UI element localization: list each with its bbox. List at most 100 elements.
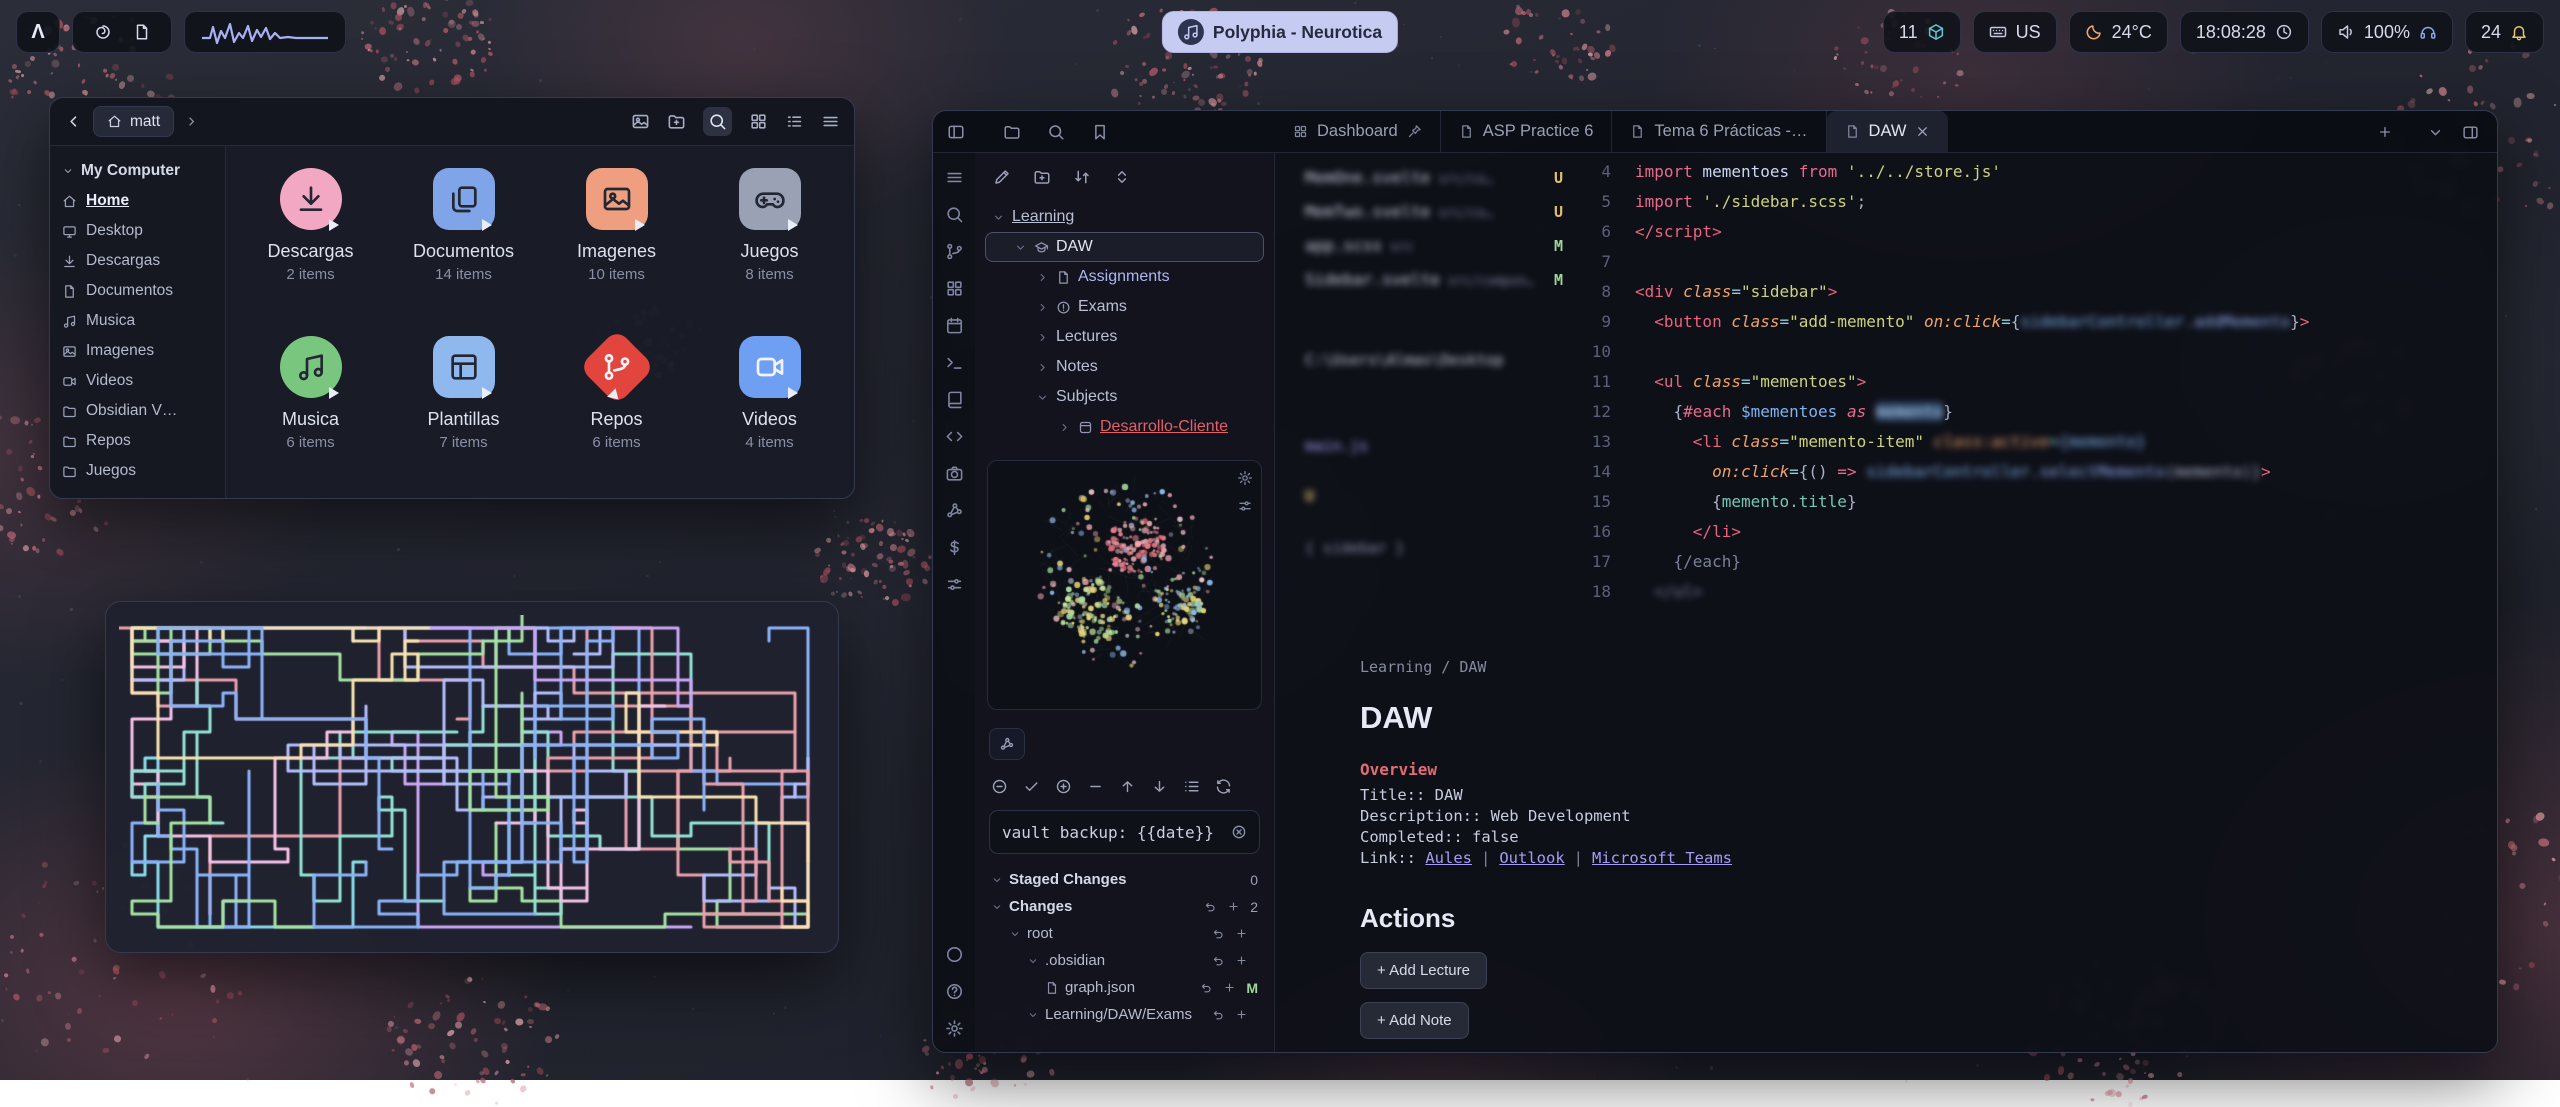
discard-icon[interactable] <box>1212 954 1225 967</box>
discard-icon[interactable] <box>1212 927 1225 940</box>
editor-tab[interactable]: Dashboard <box>1275 111 1441 152</box>
tree-chevron-icon[interactable] <box>1014 241 1027 254</box>
tree-item[interactable]: Subjects <box>985 382 1264 412</box>
gear-button[interactable] <box>945 1018 964 1040</box>
file-manager-titlebar[interactable]: matt <box>50 98 854 146</box>
graph-view[interactable] <box>988 461 1262 709</box>
sidebar-item[interactable]: Juegos <box>62 456 213 486</box>
note-link[interactable]: Microsoft Teams <box>1592 849 1732 867</box>
tree-item[interactable]: Desarrollo-Cliente <box>985 412 1264 442</box>
note-link[interactable]: Outlook <box>1499 849 1564 867</box>
updates-module[interactable]: 11 <box>1883 11 1961 53</box>
stage-icon[interactable] <box>1235 927 1248 940</box>
grid-button[interactable] <box>749 112 768 131</box>
breadcrumb-next-icon[interactable] <box>184 114 199 129</box>
folder-item[interactable]: Videos 4 items <box>693 328 846 496</box>
tree-chevron-icon[interactable] <box>1036 271 1049 284</box>
stage-icon[interactable] <box>1227 900 1240 913</box>
sidebar-item[interactable]: Descargas <box>62 246 213 276</box>
launcher-button[interactable]: Λ <box>16 11 60 53</box>
new-tab-button[interactable] <box>2361 111 2409 152</box>
git-change-row[interactable]: Changes 2 <box>987 893 1262 920</box>
circle-button[interactable] <box>945 944 964 966</box>
down-button[interactable] <box>1151 776 1168 796</box>
discard-icon[interactable] <box>1200 981 1213 994</box>
tree-chevron-icon[interactable] <box>992 211 1005 224</box>
sidebar-item[interactable]: Documentos <box>62 276 213 306</box>
action-button[interactable]: + Add Note <box>1360 1002 1469 1039</box>
sidebar-item[interactable]: Desktop <box>62 216 213 246</box>
edit-button[interactable] <box>993 166 1011 187</box>
tree-item[interactable]: Assignments <box>985 262 1264 292</box>
stage-icon[interactable] <box>1223 981 1236 994</box>
open-file-row[interactable]: Sidebar.svelte src/compon… M <box>1305 265 1577 299</box>
discard-icon[interactable] <box>1212 1008 1225 1021</box>
tree-item[interactable]: Exams <box>985 292 1264 322</box>
stage-icon[interactable] <box>1235 954 1248 967</box>
collapse-button[interactable] <box>1113 166 1131 187</box>
terminal-button[interactable] <box>945 352 964 374</box>
swirl-workspace-icon[interactable] <box>88 18 117 47</box>
sidebar-section-header[interactable]: My Computer <box>62 156 213 186</box>
search-button[interactable] <box>945 204 964 226</box>
panel-right-button[interactable] <box>2462 122 2479 142</box>
commit-message-input[interactable] <box>1002 823 1231 842</box>
tab-action-icon[interactable] <box>1407 124 1422 139</box>
editor-tab[interactable]: DAW <box>1827 111 1949 152</box>
panel-left-toggle-icon[interactable] <box>947 123 965 141</box>
notifications-module[interactable]: 24 <box>2465 11 2544 53</box>
folder-item[interactable]: Musica 6 items <box>234 328 387 496</box>
refresh-button[interactable] <box>1215 776 1232 796</box>
graph-button[interactable] <box>945 500 964 522</box>
tree-item[interactable]: Lectures <box>985 322 1264 352</box>
sidebar-item[interactable]: Musica <box>62 306 213 336</box>
git-change-row[interactable]: Staged Changes 0 <box>987 866 1262 893</box>
folder-item[interactable]: Descargas 2 items <box>234 160 387 328</box>
grid-button[interactable] <box>945 278 964 300</box>
sliders-button[interactable] <box>1237 497 1253 515</box>
folder-plus-button[interactable] <box>667 112 686 131</box>
discard-icon[interactable] <box>1204 900 1217 913</box>
help-button[interactable] <box>945 981 964 1003</box>
sidebar-item[interactable]: Home <box>62 186 213 216</box>
check-button[interactable] <box>1023 776 1040 796</box>
book-button[interactable] <box>945 389 964 411</box>
back-button[interactable] <box>64 112 83 131</box>
tree-chevron-icon[interactable] <box>1036 361 1049 374</box>
media-player-widget[interactable]: Polyphia - Neurotica <box>1162 11 1398 53</box>
clear-input-icon[interactable] <box>1231 824 1247 840</box>
tree-chevron-icon[interactable] <box>1036 301 1049 314</box>
keyboard-layout-module[interactable]: US <box>1973 11 2057 53</box>
file-workspace-icon[interactable] <box>127 18 156 47</box>
list-button[interactable] <box>1183 776 1200 796</box>
workspace-switcher[interactable] <box>72 11 172 53</box>
git-row-chevron-icon[interactable] <box>1009 928 1021 940</box>
tree-item[interactable]: Notes <box>985 352 1264 382</box>
folder-item[interactable]: Documentos 14 items <box>387 160 540 328</box>
sidebar-item[interactable]: Obsidian V… <box>62 396 213 426</box>
editor-tab[interactable]: Tema 6 Prácticas -… <box>1612 111 1826 152</box>
tab-action-icon[interactable] <box>1915 124 1930 139</box>
note-link[interactable]: Aules <box>1425 849 1472 867</box>
image-button[interactable] <box>631 112 650 131</box>
weather-module[interactable]: 24°C <box>2069 11 2168 53</box>
search-tab-button[interactable] <box>1047 121 1065 142</box>
git-change-row[interactable]: Learning/DAW/Exams <box>987 1001 1262 1028</box>
git-row-chevron-icon[interactable] <box>991 874 1003 886</box>
open-file-row[interactable]: MemTwo.svelte src/co… U <box>1305 197 1577 231</box>
menu-button[interactable] <box>821 112 840 131</box>
editor-tab[interactable]: ASP Practice 6 <box>1441 111 1613 152</box>
git-row-chevron-icon[interactable] <box>1027 955 1039 967</box>
tree-chevron-icon[interactable] <box>1036 391 1049 404</box>
open-file-row[interactable]: app.scss src M <box>1305 231 1577 265</box>
git-change-row[interactable]: .obsidian <box>987 947 1262 974</box>
open-file-row[interactable]: MemOne.svelte src/co… U <box>1305 163 1577 197</box>
search-button[interactable] <box>703 107 732 136</box>
menu-button[interactable] <box>945 167 964 189</box>
sidebar-item[interactable]: Imagenes <box>62 336 213 366</box>
tree-item[interactable]: DAW <box>985 232 1264 262</box>
folder-item[interactable]: Repos 6 items <box>540 328 693 496</box>
dollar-button[interactable] <box>945 537 964 559</box>
git-button[interactable] <box>945 241 964 263</box>
folder-item[interactable]: Juegos 8 items <box>693 160 846 328</box>
